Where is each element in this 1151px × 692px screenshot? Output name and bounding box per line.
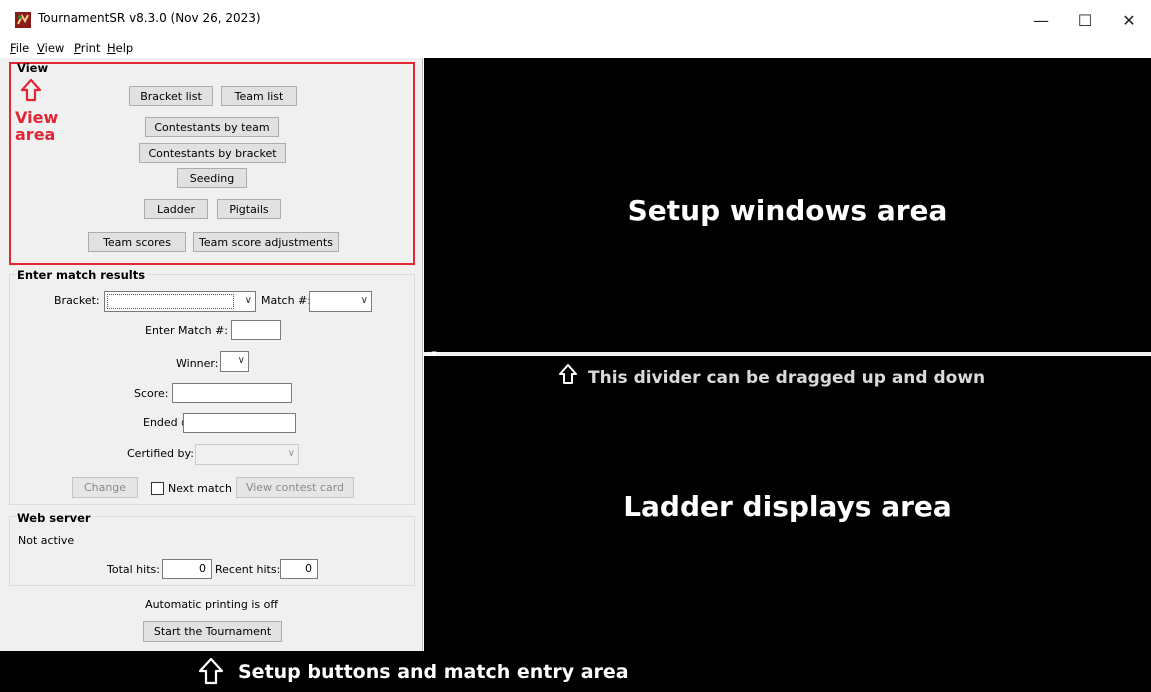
menu-file[interactable]: File	[10, 41, 29, 55]
ended-at-field[interactable]	[183, 413, 296, 433]
view-annotation-line1: View	[15, 108, 59, 127]
start-tournament-button[interactable]: Start the Tournament	[143, 621, 282, 642]
enter-match-label: Enter Match #:	[145, 324, 229, 337]
app-icon	[15, 12, 31, 28]
setup-buttons-annotation: Setup buttons and match entry area	[238, 661, 629, 683]
next-match-checkbox[interactable]	[151, 482, 164, 495]
web-server-group	[9, 516, 415, 586]
chevron-down-icon: ∨	[244, 295, 252, 306]
view-contest-card-button[interactable]: View contest card	[236, 477, 354, 498]
change-button[interactable]: Change	[72, 477, 138, 498]
chevron-down-icon: ∨	[287, 448, 295, 459]
setup-windows-pane: Setup windows area	[424, 58, 1151, 352]
match-number-label: Match #:	[261, 294, 311, 307]
menu-print-label: rint	[80, 41, 101, 55]
chevron-down-icon: ∨	[360, 295, 368, 306]
menu-view-label: iew	[44, 41, 65, 55]
bracket-list-button[interactable]: Bracket list	[129, 86, 213, 106]
certified-by-label: Certified by:	[127, 447, 194, 460]
enter-match-field[interactable]	[231, 320, 281, 340]
bottom-annotation-banner: Setup buttons and match entry area	[0, 651, 1151, 692]
ladder-displays-label: Ladder displays area	[623, 490, 952, 523]
menu-file-label: ile	[15, 41, 30, 55]
web-server-title: Web server	[17, 511, 94, 525]
recent-hits-label: Recent hits:	[215, 563, 281, 576]
bracket-label: Bracket:	[54, 294, 100, 307]
up-arrow-icon	[198, 657, 224, 688]
web-server-status: Not active	[18, 534, 75, 547]
winner-select[interactable]: ∨	[220, 351, 249, 372]
view-section-title: View	[17, 61, 49, 75]
total-hits-value: 0	[162, 559, 212, 579]
menu-help-label: elp	[115, 41, 134, 55]
view-annotation-line2: area	[15, 125, 56, 144]
chevron-down-icon: ∨	[237, 355, 245, 366]
score-label: Score:	[134, 387, 169, 400]
divider-annotation: This divider can be dragged up and down	[588, 368, 986, 388]
setup-panel: View View area Bracket list Team list Co…	[0, 58, 423, 651]
menu-help-mnemonic: H	[107, 41, 116, 55]
score-field[interactable]	[172, 383, 292, 403]
match-number-select[interactable]: ∨	[309, 291, 372, 312]
contestants-by-team-button[interactable]: Contestants by team	[145, 117, 279, 137]
team-scores-button[interactable]: Team scores	[88, 232, 186, 252]
certified-by-select[interactable]: ∨	[195, 444, 299, 465]
minimize-icon[interactable]: —	[1019, 6, 1063, 34]
close-icon[interactable]: ✕	[1107, 6, 1151, 34]
ladder-button[interactable]: Ladder	[144, 199, 208, 219]
menu-view-mnemonic: V	[37, 41, 45, 55]
recent-hits-value: 0	[280, 559, 318, 579]
up-arrow-icon	[20, 78, 42, 105]
menu-print-mnemonic: P	[74, 41, 81, 55]
winner-label: Winner:	[176, 357, 219, 370]
match-results-title: Enter match results	[17, 268, 149, 282]
menu-print[interactable]: Print	[74, 41, 100, 55]
up-arrow-icon	[558, 363, 578, 388]
setup-windows-label: Setup windows area	[627, 194, 948, 227]
window-title: TournamentSR v8.3.0 (Nov 26, 2023)	[38, 11, 261, 25]
menu-help[interactable]: Help	[107, 41, 133, 55]
contestants-by-bracket-button[interactable]: Contestants by bracket	[139, 143, 286, 163]
seeding-button[interactable]: Seeding	[177, 168, 247, 188]
total-hits-label: Total hits:	[107, 563, 160, 576]
ladder-displays-pane: This divider can be dragged up and down …	[424, 356, 1151, 651]
menu-bar: File View Print Help	[0, 38, 1151, 58]
bracket-select[interactable]: ∨	[104, 291, 256, 312]
team-score-adjustments-button[interactable]: Team score adjustments	[193, 232, 339, 252]
view-area-annotation: View area	[15, 109, 58, 143]
team-list-button[interactable]: Team list	[221, 86, 297, 106]
title-bar: TournamentSR v8.3.0 (Nov 26, 2023) — ☐ ✕	[0, 0, 1151, 38]
maximize-icon[interactable]: ☐	[1063, 6, 1107, 34]
auto-printing-status: Automatic printing is off	[145, 598, 278, 611]
pigtails-button[interactable]: Pigtails	[217, 199, 281, 219]
next-match-label: Next match	[168, 482, 232, 495]
bracket-select-focus	[107, 294, 234, 309]
menu-view[interactable]: View	[37, 41, 64, 55]
